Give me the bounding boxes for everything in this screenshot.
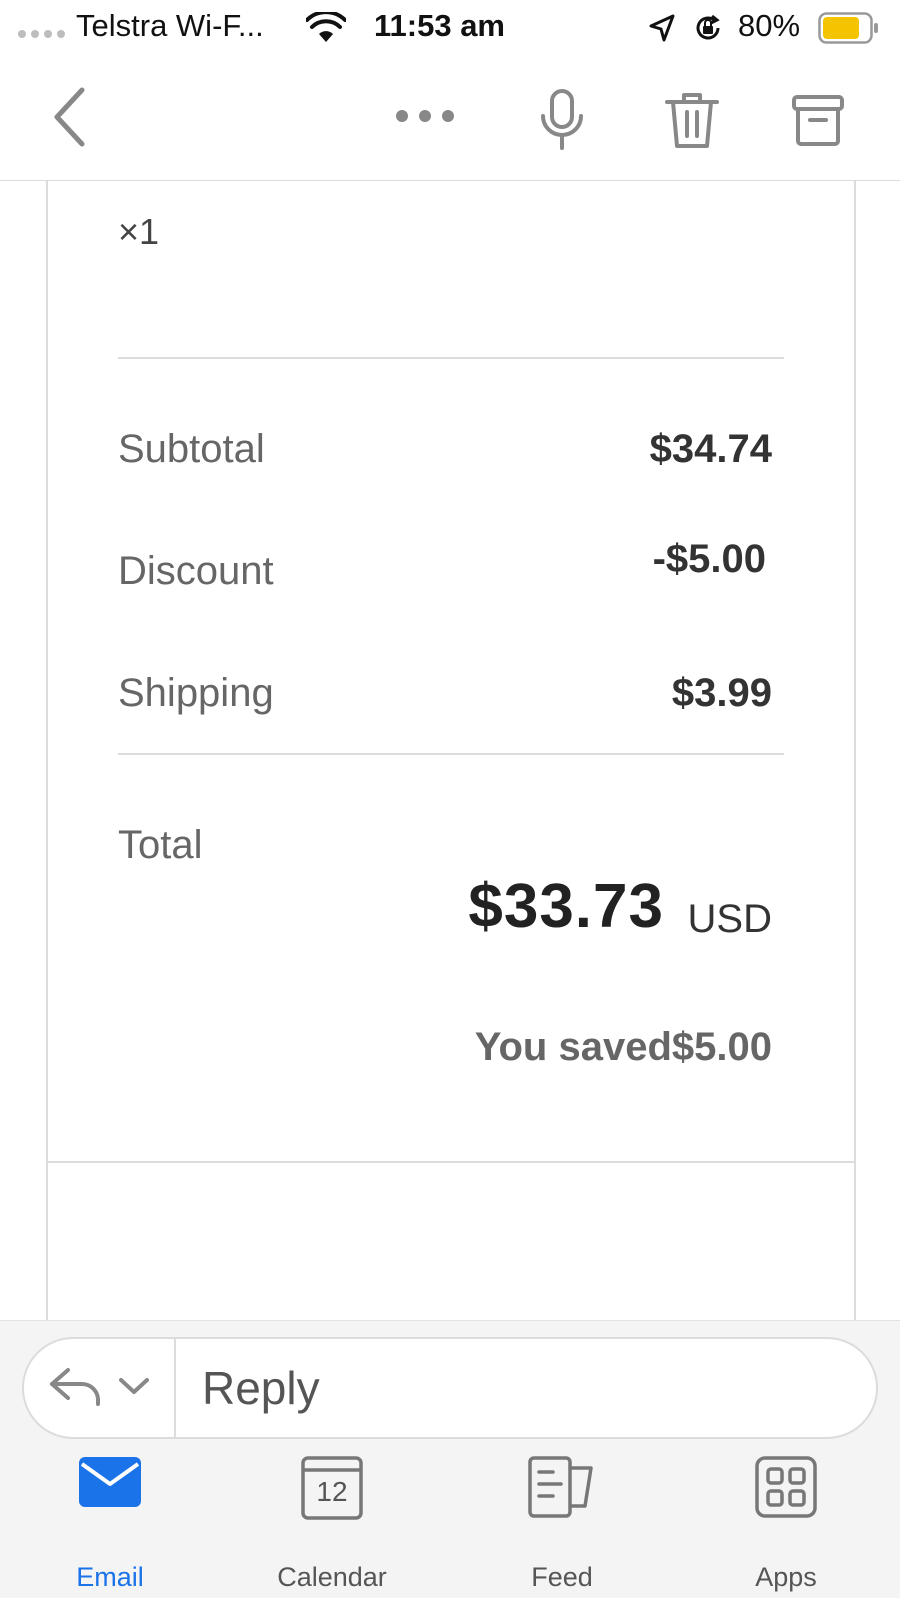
battery-icon <box>818 12 880 44</box>
archive-button[interactable] <box>786 84 850 160</box>
microphone-icon <box>540 88 584 157</box>
tab-calendar[interactable]: 12 Calendar <box>252 1440 412 1598</box>
item-variant: Mint/22-24/3X <box>118 181 342 189</box>
tab-label: Feed <box>531 1562 593 1592</box>
back-icon <box>52 87 86 152</box>
email-body: Mint/22-24/3X ×1 Subtotal $34.74 Discoun… <box>46 181 856 1321</box>
shipping-value: $3.99 <box>671 671 772 715</box>
reply-bar: Reply <box>0 1320 900 1441</box>
shipping-label: Shipping <box>118 671 274 715</box>
reply-input[interactable]: Reply <box>202 1361 320 1415</box>
subtotal-label: Subtotal <box>118 427 265 471</box>
currency-code: USD <box>687 897 772 941</box>
status-bar: Telstra Wi-F... 11:53 am 80% <box>0 0 900 60</box>
delete-button[interactable] <box>660 84 724 160</box>
more-icon <box>395 109 455 128</box>
tab-email[interactable]: Email <box>30 1440 190 1598</box>
signal-strength-icon <box>18 30 65 38</box>
tab-apps[interactable]: Apps <box>706 1440 866 1598</box>
rotation-lock-icon <box>692 12 724 49</box>
wifi-icon <box>305 10 347 49</box>
bottom-tab-bar: Email 12 Calendar Feed Apps <box>0 1440 900 1598</box>
email-toolbar <box>0 60 900 181</box>
total-label: Total <box>118 823 203 867</box>
divider <box>118 753 784 755</box>
discount-value: -$5.00 <box>652 537 766 581</box>
savings-text: You saved$5.00 <box>474 1025 772 1069</box>
discount-label: Discount <box>118 549 274 593</box>
section-divider <box>48 1161 854 1163</box>
carrier-name: Telstra Wi-F... <box>76 8 264 43</box>
tab-label: Apps <box>755 1562 817 1592</box>
reply-arrow-icon <box>48 1366 104 1411</box>
calendar-icon: 12 <box>301 1456 363 1520</box>
chevron-down-icon <box>118 1376 150 1401</box>
reply-options-button[interactable] <box>24 1339 176 1437</box>
calendar-date-badge: 12 <box>316 1476 348 1507</box>
item-quantity: ×1 <box>118 211 160 252</box>
clock: 11:53 am <box>374 8 505 43</box>
archive-icon <box>791 93 845 152</box>
more-button[interactable] <box>390 98 460 138</box>
dictate-button[interactable] <box>532 82 592 162</box>
tab-label: Email <box>76 1562 144 1592</box>
feed-icon <box>527 1456 597 1523</box>
total-value: $33.73 <box>468 872 664 941</box>
battery-percentage: 80% <box>738 8 801 43</box>
divider <box>118 357 784 359</box>
tab-feed[interactable]: Feed <box>482 1440 642 1598</box>
back-button[interactable] <box>44 84 94 154</box>
trash-icon <box>664 90 720 155</box>
reply-box: Reply <box>22 1337 878 1439</box>
tab-label: Calendar <box>277 1562 387 1592</box>
mail-icon <box>78 1456 142 1513</box>
subtotal-value: $34.74 <box>649 427 772 471</box>
location-arrow-icon <box>648 13 676 48</box>
apps-icon <box>755 1456 817 1523</box>
